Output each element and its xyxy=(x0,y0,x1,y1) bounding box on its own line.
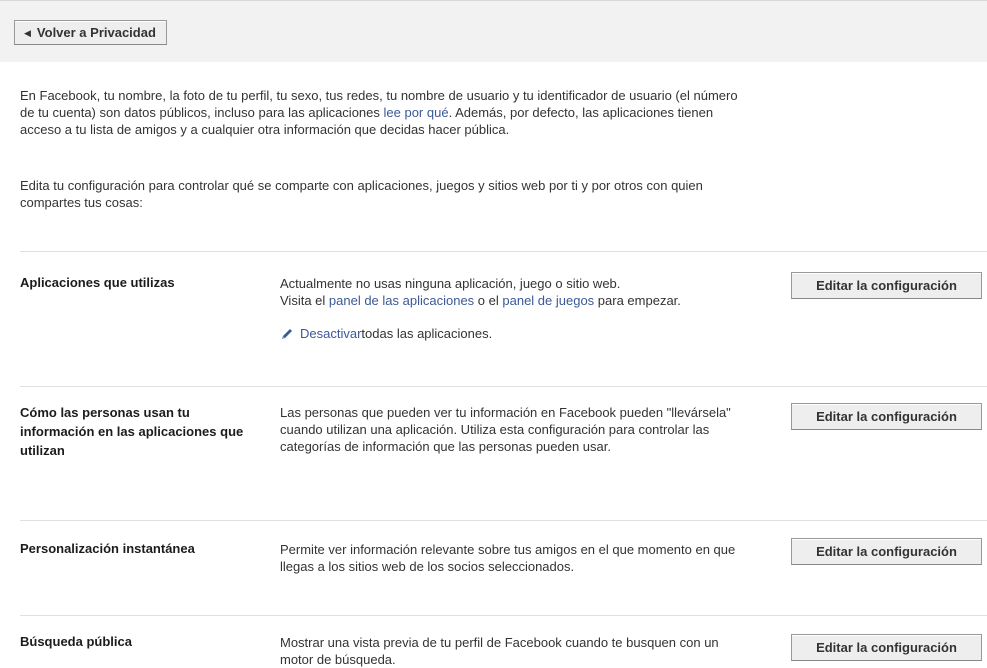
edit-settings-button-instant-personalization[interactable]: Editar la configuración xyxy=(791,538,982,565)
no-apps-text: Actualmente no usas ninguna aplicación, … xyxy=(280,276,621,291)
section-description-how-people-use-info: Las personas que pueden ver tu informaci… xyxy=(280,405,731,454)
visit-text: Visita el xyxy=(280,293,329,308)
edit-settings-button-apps[interactable]: Editar la configuración xyxy=(791,272,982,299)
section-divider xyxy=(20,615,987,616)
back-button-label: Volver a Privacidad xyxy=(36,25,156,40)
section-description-instant-personalization: Permite ver información relevante sobre … xyxy=(280,542,736,574)
edit-settings-button-public-search[interactable]: Editar la configuración xyxy=(791,634,982,661)
to-start-text: para empezar. xyxy=(594,293,681,308)
apps-panel-link[interactable]: panel de las aplicaciones xyxy=(329,293,474,308)
section-description-apps-you-use: Actualmente no usas ninguna aplicación, … xyxy=(280,275,750,342)
section-title-how-people-use-info: Cómo las personas usan tu información en… xyxy=(20,405,244,458)
caret-left-icon: ◀ xyxy=(24,28,31,38)
back-to-privacy-button[interactable]: ◀ Volver a Privacidad xyxy=(14,20,167,45)
visit-panels-text: Visita el panel de las aplicaciones o el… xyxy=(280,292,750,309)
intro-instructions: Edita tu configuración para controlar qu… xyxy=(20,178,703,210)
disable-apps-text: todas las aplicaciones. xyxy=(361,326,493,341)
disable-apps-line: Desactivar todas las aplicaciones. xyxy=(280,325,750,342)
read-why-link[interactable]: lee por qué xyxy=(384,105,449,120)
section-description-public-search: Mostrar una vista previa de tu perfil de… xyxy=(280,635,719,667)
disable-apps-link[interactable]: Desactivar xyxy=(300,325,361,342)
intro-paragraph: En Facebook, tu nombre, la foto de tu pe… xyxy=(20,87,750,138)
section-divider xyxy=(20,251,987,252)
section-title-public-search: Búsqueda pública xyxy=(20,634,132,649)
top-bar: ◀ Volver a Privacidad xyxy=(0,0,987,62)
section-title-instant-personalization: Personalización instantánea xyxy=(20,541,195,556)
section-divider xyxy=(20,520,987,521)
games-panel-link[interactable]: panel de juegos xyxy=(502,293,594,308)
section-divider xyxy=(20,386,987,387)
pencil-icon xyxy=(282,328,292,339)
section-title-apps-you-use: Aplicaciones que utilizas xyxy=(20,275,175,290)
or-text: o el xyxy=(474,293,503,308)
edit-settings-button-people-info[interactable]: Editar la configuración xyxy=(791,403,982,430)
